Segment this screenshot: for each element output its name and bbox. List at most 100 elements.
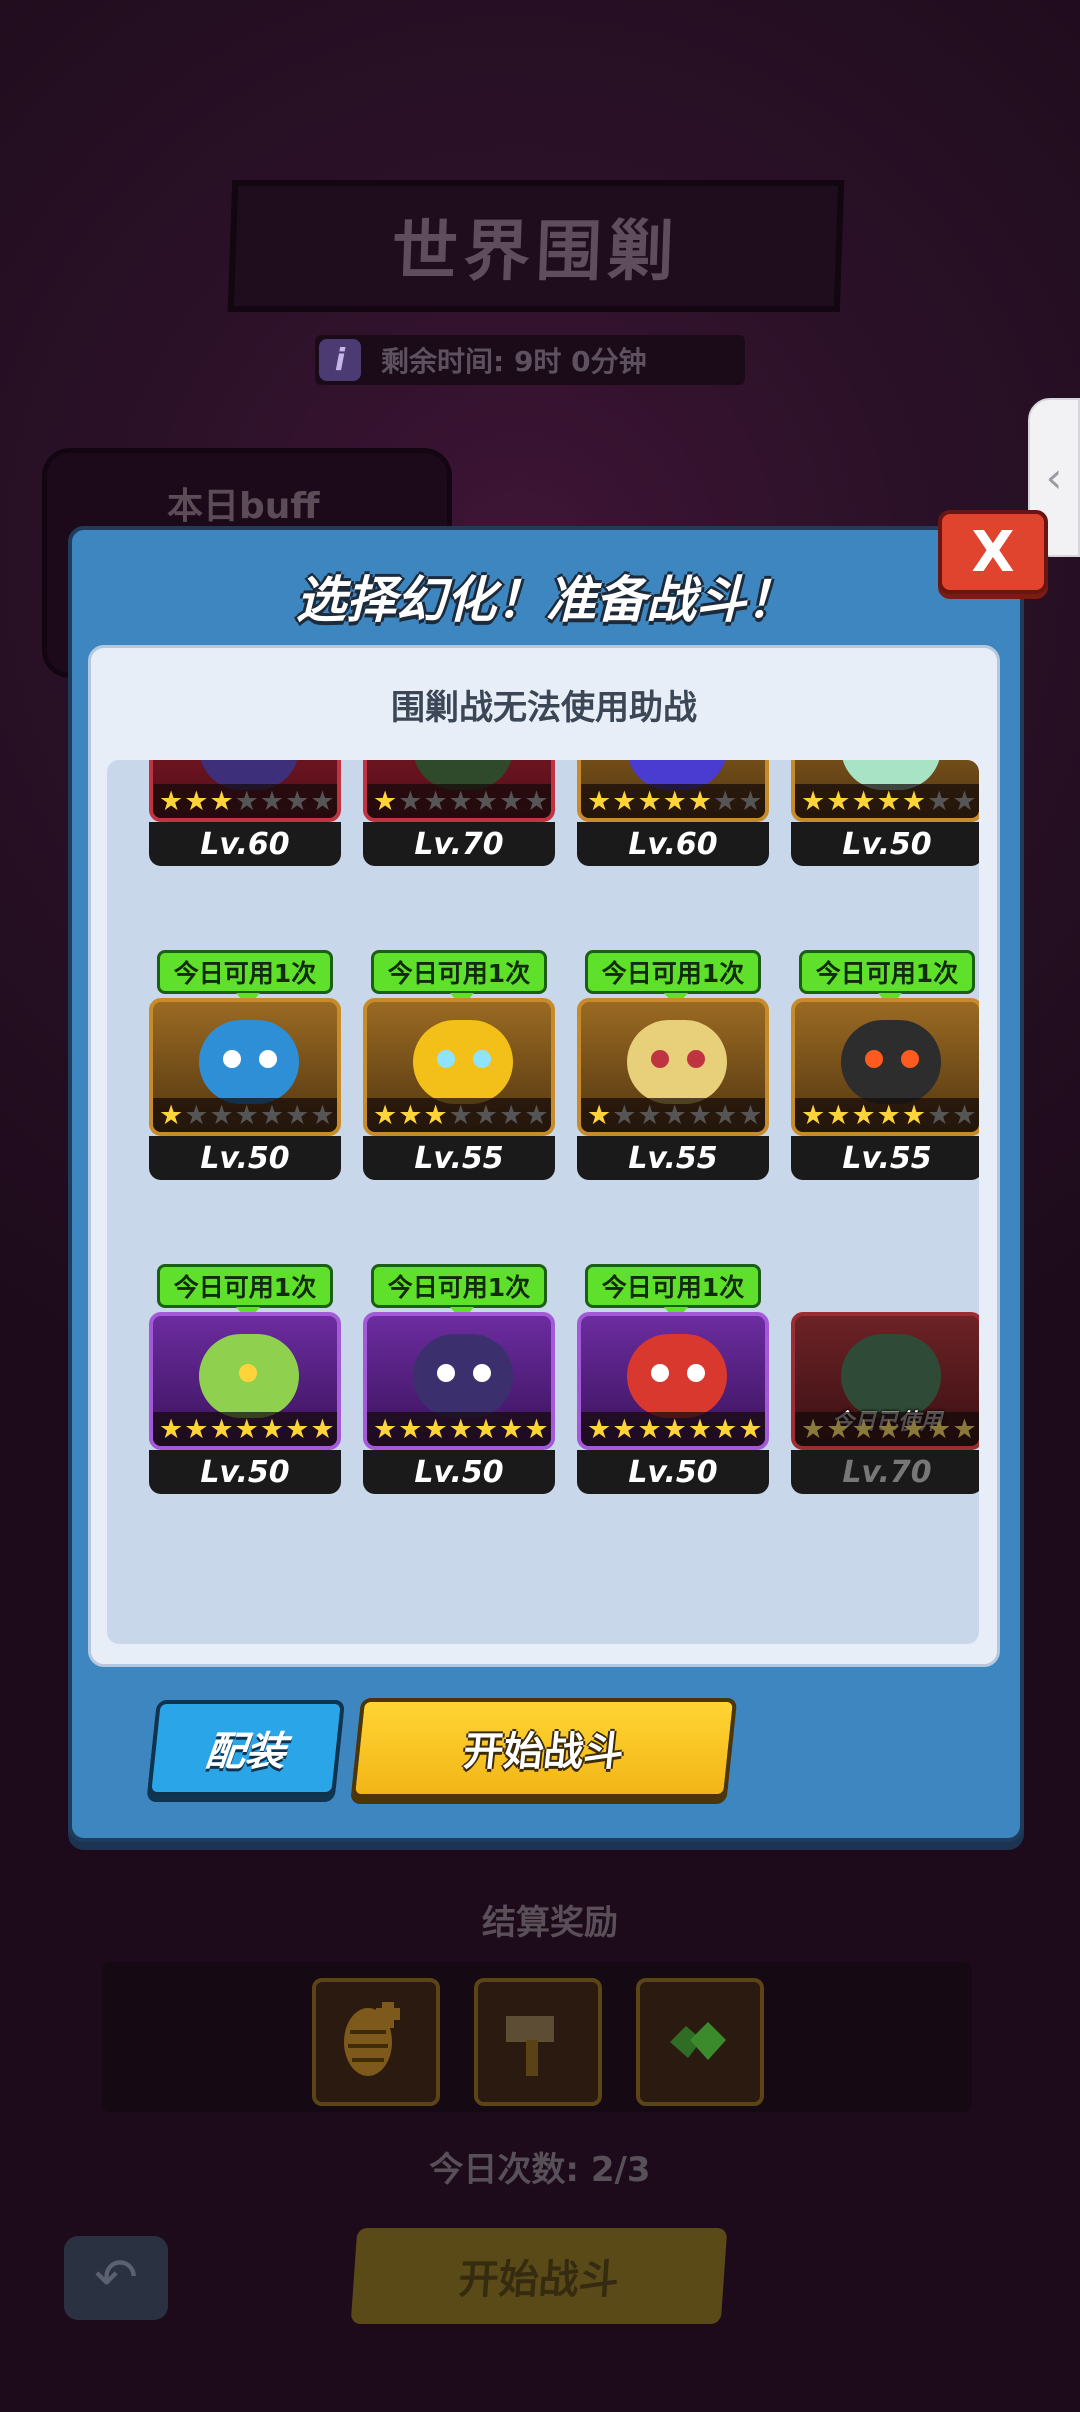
daily-attempts-count: 今日次数: 2/3 (429, 2150, 651, 2190)
star-icon: ★ (209, 1099, 233, 1131)
star-icon: ★ (259, 785, 284, 817)
transform-card: 今日已使用 ★★★★★★★ Lv.70 (791, 1312, 979, 1494)
star-icon: ★ (738, 785, 762, 817)
back-button[interactable]: ↶ (64, 2236, 168, 2320)
star-icon: ★ (851, 785, 875, 817)
star-icon: ★ (927, 785, 951, 817)
star-icon: ★ (423, 1413, 447, 1445)
hammer-icon (474, 1978, 602, 2106)
daily-use-badge: 今日可用1次 (157, 1264, 333, 1321)
transform-card[interactable]: ★ ★ ★ ★ ★ ★ ★ Lv.60 (577, 760, 769, 866)
star-icon: ★ (473, 1413, 498, 1445)
star-rating: ★ ★ ★ ★ ★ ★ ★ (795, 1098, 979, 1132)
loadout-button[interactable]: 配装 (146, 1700, 346, 1796)
transform-card[interactable]: ★ ★ ★ ★ ★ ★ ★ Lv.50 (791, 760, 979, 866)
daily-use-badge: 今日可用1次 (585, 950, 761, 1007)
star-icon: ★ (826, 1099, 850, 1131)
ice-crystal-beast-portrait: ★ ★ ★ ★ ★ ★ ★ (149, 998, 341, 1136)
remaining-time-bar: i 剩余时间: 9时 0分钟 (315, 335, 745, 385)
transform-card[interactable]: ★ ★ ★ ★ ★ ★ ★ Lv.70 (363, 760, 555, 866)
transform-card[interactable]: 今日可用1次 ★ ★ ★ ★ ★ ★ ★ Lv.50 (577, 1264, 769, 1494)
star-icon: ★ (499, 785, 523, 817)
monster-art (627, 1020, 727, 1104)
star-icon: ★ (310, 1413, 334, 1445)
level-label: Lv.70 (791, 1450, 979, 1494)
shadow-maw-portrait: ★ ★ ★ ★ ★ ★ ★ (363, 1312, 555, 1450)
star-icon: ★ (901, 785, 926, 817)
undo-arrow-icon: ↶ (94, 2248, 138, 2308)
star-icon: ★ (876, 785, 901, 817)
star-icon: ★ (713, 1099, 737, 1131)
star-icon: ★ (499, 1413, 523, 1445)
star-icon: ★ (398, 1099, 422, 1131)
monster-art (199, 1334, 299, 1418)
star-icon: ★ (637, 1413, 661, 1445)
level-label: Lv.50 (149, 1450, 341, 1494)
transform-card[interactable]: 今日可用1次 ★ ★ ★ ★ ★ ★ ★ Lv.50 (149, 950, 341, 1180)
violet-demon-portrait: ★ ★ ★ ★ ★ ★ ★ (577, 760, 769, 822)
close-button[interactable]: X (938, 510, 1048, 594)
star-icon: ★ (285, 1099, 309, 1131)
star-icon: ★ (738, 1099, 762, 1131)
star-icon: ★ (952, 1099, 976, 1131)
start-battle-button[interactable]: 开始战斗 (350, 1698, 738, 1798)
transform-card[interactable]: 今日可用1次 ★ ★ ★ ★ ★ ★ ★ Lv.50 (363, 1264, 555, 1494)
star-icon: ★ (159, 1099, 183, 1131)
star-rating: ★ ★ ★ ★ ★ ★ ★ (581, 784, 765, 818)
star-icon: ★ (876, 1413, 901, 1445)
star-icon: ★ (285, 785, 309, 817)
transform-card[interactable]: 今日可用1次 ★ ★ ★ ★ ★ ★ ★ Lv.50 (149, 1264, 341, 1494)
star-icon: ★ (826, 1413, 850, 1445)
star-icon: ★ (524, 1413, 548, 1445)
star-icon: ★ (952, 1413, 976, 1445)
star-icon: ★ (687, 1099, 712, 1131)
remaining-time-text: 剩余时间: 9时 0分钟 (381, 345, 647, 378)
star-icon: ★ (662, 1413, 687, 1445)
lava-golem-portrait: ★ ★ ★ ★ ★ ★ ★ (791, 998, 979, 1136)
star-icon: ★ (637, 1099, 661, 1131)
background-start-battle-button[interactable]: 开始战斗 (350, 2228, 728, 2324)
daily-use-badge: 今日可用1次 (799, 950, 975, 1007)
star-icon: ★ (285, 1413, 309, 1445)
star-icon: ★ (587, 1099, 611, 1131)
star-icon: ★ (473, 785, 498, 817)
info-icon[interactable]: i (319, 339, 361, 381)
star-rating: ★ ★ ★ ★ ★ ★ ★ (153, 1098, 337, 1132)
level-label: Lv.60 (149, 822, 341, 866)
star-icon: ★ (662, 785, 687, 817)
transform-selection-panel: 围剿战无法使用助战 ★ ★ ★ ★ ★ ★ ★ Lv.60 ★ ★ ★ ★ ★ ★ ★ Lv.70 ★ ★… (88, 645, 1000, 1667)
star-icon: ★ (373, 785, 397, 817)
dialog-title: 选择幻化！准备战斗！ (296, 571, 796, 629)
star-icon: ★ (159, 785, 183, 817)
star-rating: ★ ★ ★ ★ ★ ★ ★ (153, 1412, 337, 1446)
daily-use-badge: 今日可用1次 (157, 950, 333, 1007)
daily-buff-label: 本日buff (167, 486, 320, 527)
star-icon: ★ (876, 1099, 901, 1131)
star-icon: ★ (159, 1413, 183, 1445)
star-icon: ★ (738, 1413, 762, 1445)
star-icon: ★ (801, 785, 825, 817)
green-gem-icon (636, 1978, 764, 2106)
star-icon: ★ (927, 1413, 951, 1445)
star-icon: ★ (499, 1099, 523, 1131)
transform-card[interactable]: ★ ★ ★ ★ ★ ★ ★ Lv.60 (149, 760, 341, 866)
star-icon: ★ (234, 785, 259, 817)
daily-use-badge: 今日可用1次 (371, 1264, 547, 1321)
star-icon: ★ (612, 1413, 636, 1445)
star-icon: ★ (713, 1413, 737, 1445)
star-rating: ★ ★ ★ ★ ★ ★ ★ (367, 1098, 551, 1132)
star-icon: ★ (473, 1099, 498, 1131)
assist-disabled-note: 围剿战无法使用助战 (391, 688, 697, 728)
close-icon: X (971, 519, 1015, 585)
star-icon: ★ (398, 1413, 422, 1445)
star-icon: ★ (259, 1413, 284, 1445)
transform-grid[interactable]: ★ ★ ★ ★ ★ ★ ★ Lv.60 ★ ★ ★ ★ ★ ★ ★ Lv.70 ★ ★ ★ ★ ★ ★ ★ Lv.6… (107, 760, 979, 1644)
star-icon: ★ (662, 1099, 687, 1131)
monster-art (199, 1020, 299, 1104)
transform-card[interactable]: 今日可用1次 ★ ★ ★ ★ ★ ★ ★ Lv.55 (791, 950, 979, 1180)
transform-card[interactable]: 今日可用1次 ★ ★ ★ ★ ★ ★ ★ Lv.55 (363, 950, 555, 1180)
level-label: Lv.50 (149, 1136, 341, 1180)
transform-card[interactable]: 今日可用1次 ★ ★ ★ ★ ★ ★ ★ Lv.55 (577, 950, 769, 1180)
star-icon: ★ (448, 1099, 473, 1131)
star-icon: ★ (259, 1099, 284, 1131)
